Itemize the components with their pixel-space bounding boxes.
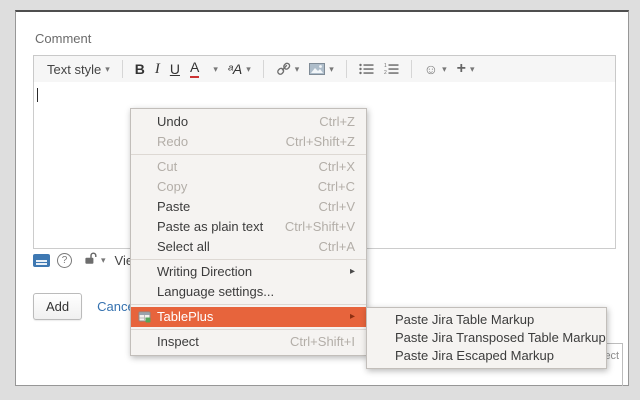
chevron-down-icon: ▾	[105, 63, 110, 74]
image-icon	[309, 63, 326, 75]
text-color-dropdown[interactable]: ▾	[209, 63, 218, 74]
emoji-dropdown[interactable]: ☺ ▾	[424, 61, 447, 77]
wiki-markup-icon[interactable]	[33, 254, 50, 267]
menu-shortcut: Ctrl+V	[318, 199, 355, 214]
menu-item-language-settings[interactable]: Language settings...	[131, 282, 366, 302]
underline-button[interactable]: U	[170, 61, 180, 77]
text-cursor	[37, 88, 38, 102]
chevron-down-icon: ▾	[294, 63, 300, 74]
text-color-button[interactable]: A	[189, 59, 200, 78]
submenu-item-paste-jira-table-markup[interactable]: Paste Jira Table Markup	[367, 311, 606, 329]
chevron-down-icon: ▾	[101, 255, 106, 265]
menu-shortcut: Ctrl+Shift+I	[289, 334, 355, 349]
menu-item-select-all[interactable]: Select all Ctrl+A	[131, 237, 366, 257]
chevron-down-icon: ▾	[246, 63, 251, 74]
menu-separator	[131, 329, 366, 330]
italic-button[interactable]: I	[155, 61, 160, 78]
text-color-icon: A	[189, 59, 200, 78]
menu-item-label: Undo	[157, 114, 189, 129]
link-icon	[276, 62, 291, 76]
menu-separator	[131, 154, 366, 155]
menu-item-label: Writing Direction	[157, 264, 253, 279]
menu-shortcut: Ctrl+X	[318, 159, 355, 174]
menu-item-redo: Redo Ctrl+Shift+Z	[131, 132, 366, 152]
bullet-list-icon	[359, 63, 374, 75]
menu-shortcut: Ctrl+Z	[319, 114, 355, 129]
add-button[interactable]: Add	[33, 293, 83, 320]
visibility-dropdown[interactable]: ▾	[83, 251, 106, 270]
menu-item-label: Copy	[157, 179, 188, 194]
menu-shortcut: Ctrl+A	[318, 239, 355, 254]
menu-shortcut: Ctrl+Shift+Z	[285, 134, 355, 149]
menu-item-label: Paste	[157, 199, 191, 214]
help-icon[interactable]: ?	[57, 253, 72, 268]
svg-text:1: 1	[384, 63, 387, 69]
submenu-arrow-icon: ▸	[349, 311, 355, 322]
link-dropdown[interactable]: ▾	[276, 62, 300, 76]
menu-item-label: Select all	[157, 239, 210, 254]
menu-shortcut: Ctrl+C	[317, 179, 355, 194]
editor-toolbar: Text style ▾ B I U A ▾ ᵃA ▾ ▾ ▾ 1 2 ☺ ▾ …	[33, 55, 616, 83]
menu-item-inspect[interactable]: Inspect Ctrl+Shift+I	[131, 332, 366, 352]
toolbar-divider	[410, 60, 412, 78]
bullet-list-button[interactable]	[359, 63, 374, 75]
unlock-icon	[83, 251, 97, 270]
text-style-label: Text style	[47, 61, 102, 77]
menu-item-undo[interactable]: Undo Ctrl+Z	[131, 112, 366, 132]
svg-text:2: 2	[384, 70, 387, 75]
more-formatting-icon: ᵃA	[227, 61, 243, 77]
screenshot-stage: Comment Text style ▾ B I U A ▾ ᵃA ▾ ▾ ▾ …	[0, 0, 640, 400]
chevron-down-icon: ▾	[442, 63, 447, 74]
toolbar-divider	[262, 60, 264, 78]
menu-item-label: Inspect	[157, 334, 199, 349]
menu-item-writing-direction[interactable]: Writing Direction ▸	[131, 262, 366, 282]
menu-item-cut: Cut Ctrl+X	[131, 157, 366, 177]
menu-item-label: Redo	[157, 134, 189, 149]
toolbar-divider	[345, 60, 347, 78]
chevron-down-icon: ▾	[329, 63, 334, 74]
menu-item-copy: Copy Ctrl+C	[131, 177, 366, 197]
bold-button[interactable]: B	[135, 61, 145, 77]
form-actions: Add Cancel	[33, 293, 138, 320]
menu-item-label: TablePlus	[157, 309, 214, 324]
menu-item-label: Paste as plain text	[157, 219, 264, 234]
menu-item-label: Cut	[157, 159, 178, 174]
menu-separator	[131, 259, 366, 260]
menu-separator	[131, 304, 366, 305]
menu-item-paste-as-plain-text[interactable]: Paste as plain text Ctrl+Shift+V	[131, 217, 366, 237]
tableplus-submenu: Paste Jira Table Markup Paste Jira Trans…	[366, 307, 607, 369]
submenu-item-paste-jira-transposed-table-markup[interactable]: Paste Jira Transposed Table Markup	[367, 329, 606, 347]
chevron-down-icon: ▾	[469, 63, 475, 74]
menu-item-tableplus[interactable]: TablePlus ▸	[131, 307, 366, 327]
numbered-list-icon: 12	[384, 63, 399, 75]
submenu-item-paste-jira-escaped-markup[interactable]: Paste Jira Escaped Markup	[367, 347, 606, 365]
background-divider	[622, 343, 623, 386]
numbered-list-button[interactable]: 12	[384, 63, 399, 75]
insert-more-dropdown[interactable]: + ▾	[457, 61, 475, 77]
toolbar-divider	[121, 60, 123, 78]
chevron-down-icon: ▾	[213, 63, 218, 74]
tableplus-extension-icon	[138, 310, 152, 330]
context-menu: Undo Ctrl+Z Redo Ctrl+Shift+Z Cut Ctrl+X…	[130, 108, 367, 356]
text-style-dropdown[interactable]: Text style ▾	[47, 62, 110, 77]
plus-icon: +	[456, 60, 466, 77]
emoji-icon: ☺	[423, 61, 439, 77]
submenu-arrow-icon: ▸	[349, 266, 355, 277]
menu-item-label: Language settings...	[157, 284, 275, 299]
more-formatting-dropdown[interactable]: ᵃA ▾	[228, 61, 251, 77]
menu-shortcut: Ctrl+Shift+V	[284, 219, 355, 234]
menu-item-paste[interactable]: Paste Ctrl+V	[131, 197, 366, 217]
image-dropdown[interactable]: ▾	[309, 63, 334, 75]
comment-field-label: Comment	[35, 31, 92, 46]
